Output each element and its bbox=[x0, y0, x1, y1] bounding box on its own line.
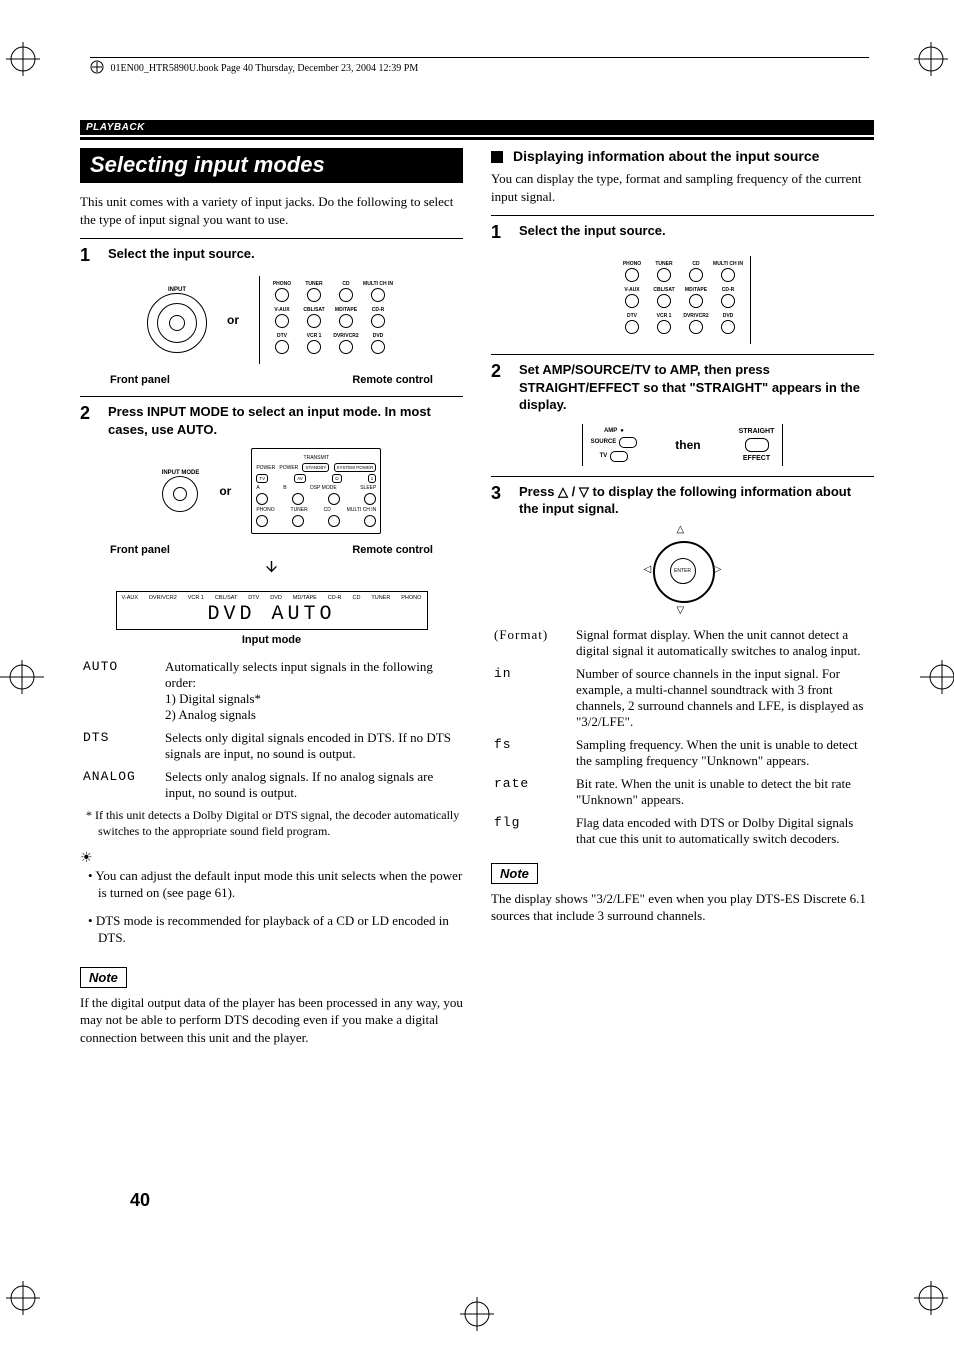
remote-source-grid: PHONO TUNER CD MULTI CH IN V-AUX CBL/SAT… bbox=[259, 276, 396, 364]
crop-mark-icon bbox=[914, 1281, 948, 1315]
intro-text: This unit comes with a variety of input … bbox=[80, 193, 463, 228]
dpad-icon: ENTER bbox=[648, 526, 718, 616]
step-number: 3 bbox=[491, 483, 519, 518]
step-number: 2 bbox=[491, 361, 519, 414]
crop-mark-icon bbox=[920, 660, 954, 694]
input-mode-caption: Input mode bbox=[80, 634, 463, 646]
square-bullet-icon bbox=[491, 151, 503, 163]
right-column: Displaying information about the input s… bbox=[491, 148, 874, 1056]
step-number: 2 bbox=[80, 403, 108, 438]
crop-mark-icon bbox=[6, 1281, 40, 1315]
page-number: 40 bbox=[130, 1190, 150, 1211]
remote-source-grid: PHONO TUNER CD MULTI CH IN V-AUX CBL/SAT… bbox=[614, 256, 751, 344]
remote-top-panel: TRANSMIT POWER POWER STANDBY SYSTEM POWE… bbox=[251, 448, 381, 534]
intro-text: You can display the type, format and sam… bbox=[491, 170, 874, 205]
info-definitions: (Format)Signal format display. When the … bbox=[491, 624, 874, 853]
down-arrow-icon: 🡫 bbox=[80, 556, 463, 583]
step-number: 1 bbox=[491, 222, 519, 243]
down-triangle-icon bbox=[579, 484, 589, 499]
section-bar: PLAYBACK bbox=[80, 120, 874, 135]
crop-mark-icon bbox=[0, 660, 34, 694]
remote-caption: Remote control bbox=[352, 544, 433, 556]
or-label: or bbox=[227, 313, 239, 327]
or-label: or bbox=[219, 484, 231, 498]
display-panel-icon: V-AUXDVR/VCR2 VCR 1CBL/SAT DTVDVD MD/TAP… bbox=[116, 591, 428, 630]
crop-mark-icon bbox=[460, 1297, 494, 1331]
remote-caption: Remote control bbox=[352, 374, 433, 386]
left-column: Selecting input modes This unit comes wi… bbox=[80, 148, 463, 1056]
step-text: Select the input source. bbox=[519, 222, 666, 243]
mode-definitions: AUTO Automatically selects input signals… bbox=[80, 656, 463, 807]
front-panel-caption: Front panel bbox=[110, 374, 170, 386]
tip-icon: ☀ bbox=[80, 850, 463, 867]
amp-switch-icon: AMP● SOURCE TV bbox=[582, 424, 646, 466]
step-text: Press / to display the following informa… bbox=[519, 483, 874, 518]
crop-mark-icon bbox=[6, 42, 40, 76]
step-text: Select the input source. bbox=[108, 245, 255, 266]
step-text: Press INPUT MODE to select an input mode… bbox=[108, 403, 463, 438]
up-triangle-icon bbox=[558, 484, 568, 499]
tip-text: • You can adjust the default input mode … bbox=[80, 867, 463, 902]
note-label: Note bbox=[80, 967, 127, 988]
crop-mark-icon bbox=[914, 42, 948, 76]
note-text: If the digital output data of the player… bbox=[80, 994, 463, 1047]
header-text: 01EN00_HTR5890U.book Page 40 Thursday, D… bbox=[111, 63, 419, 74]
page-title: Selecting input modes bbox=[80, 148, 463, 183]
note-label: Note bbox=[491, 863, 538, 884]
then-label: then bbox=[675, 438, 700, 452]
input-mode-button-icon bbox=[162, 476, 198, 512]
step-number: 1 bbox=[80, 245, 108, 266]
tip-text: • DTS mode is recommended for playback o… bbox=[80, 912, 463, 947]
page-header: 01EN00_HTR5890U.book Page 40 Thursday, D… bbox=[90, 57, 869, 77]
front-panel-caption: Front panel bbox=[110, 544, 170, 556]
input-dial-icon bbox=[147, 293, 207, 353]
note-text: The display shows "3/2/LFE" even when yo… bbox=[491, 890, 874, 925]
straight-effect-icon: STRAIGHT EFFECT bbox=[731, 424, 784, 466]
subheading: Displaying information about the input s… bbox=[491, 148, 874, 164]
step-text: Set AMP/SOURCE/TV to AMP, then press STR… bbox=[519, 361, 874, 414]
pagemaker-icon bbox=[90, 60, 104, 77]
footnote: * If this unit detects a Dolby Digital o… bbox=[80, 807, 463, 839]
